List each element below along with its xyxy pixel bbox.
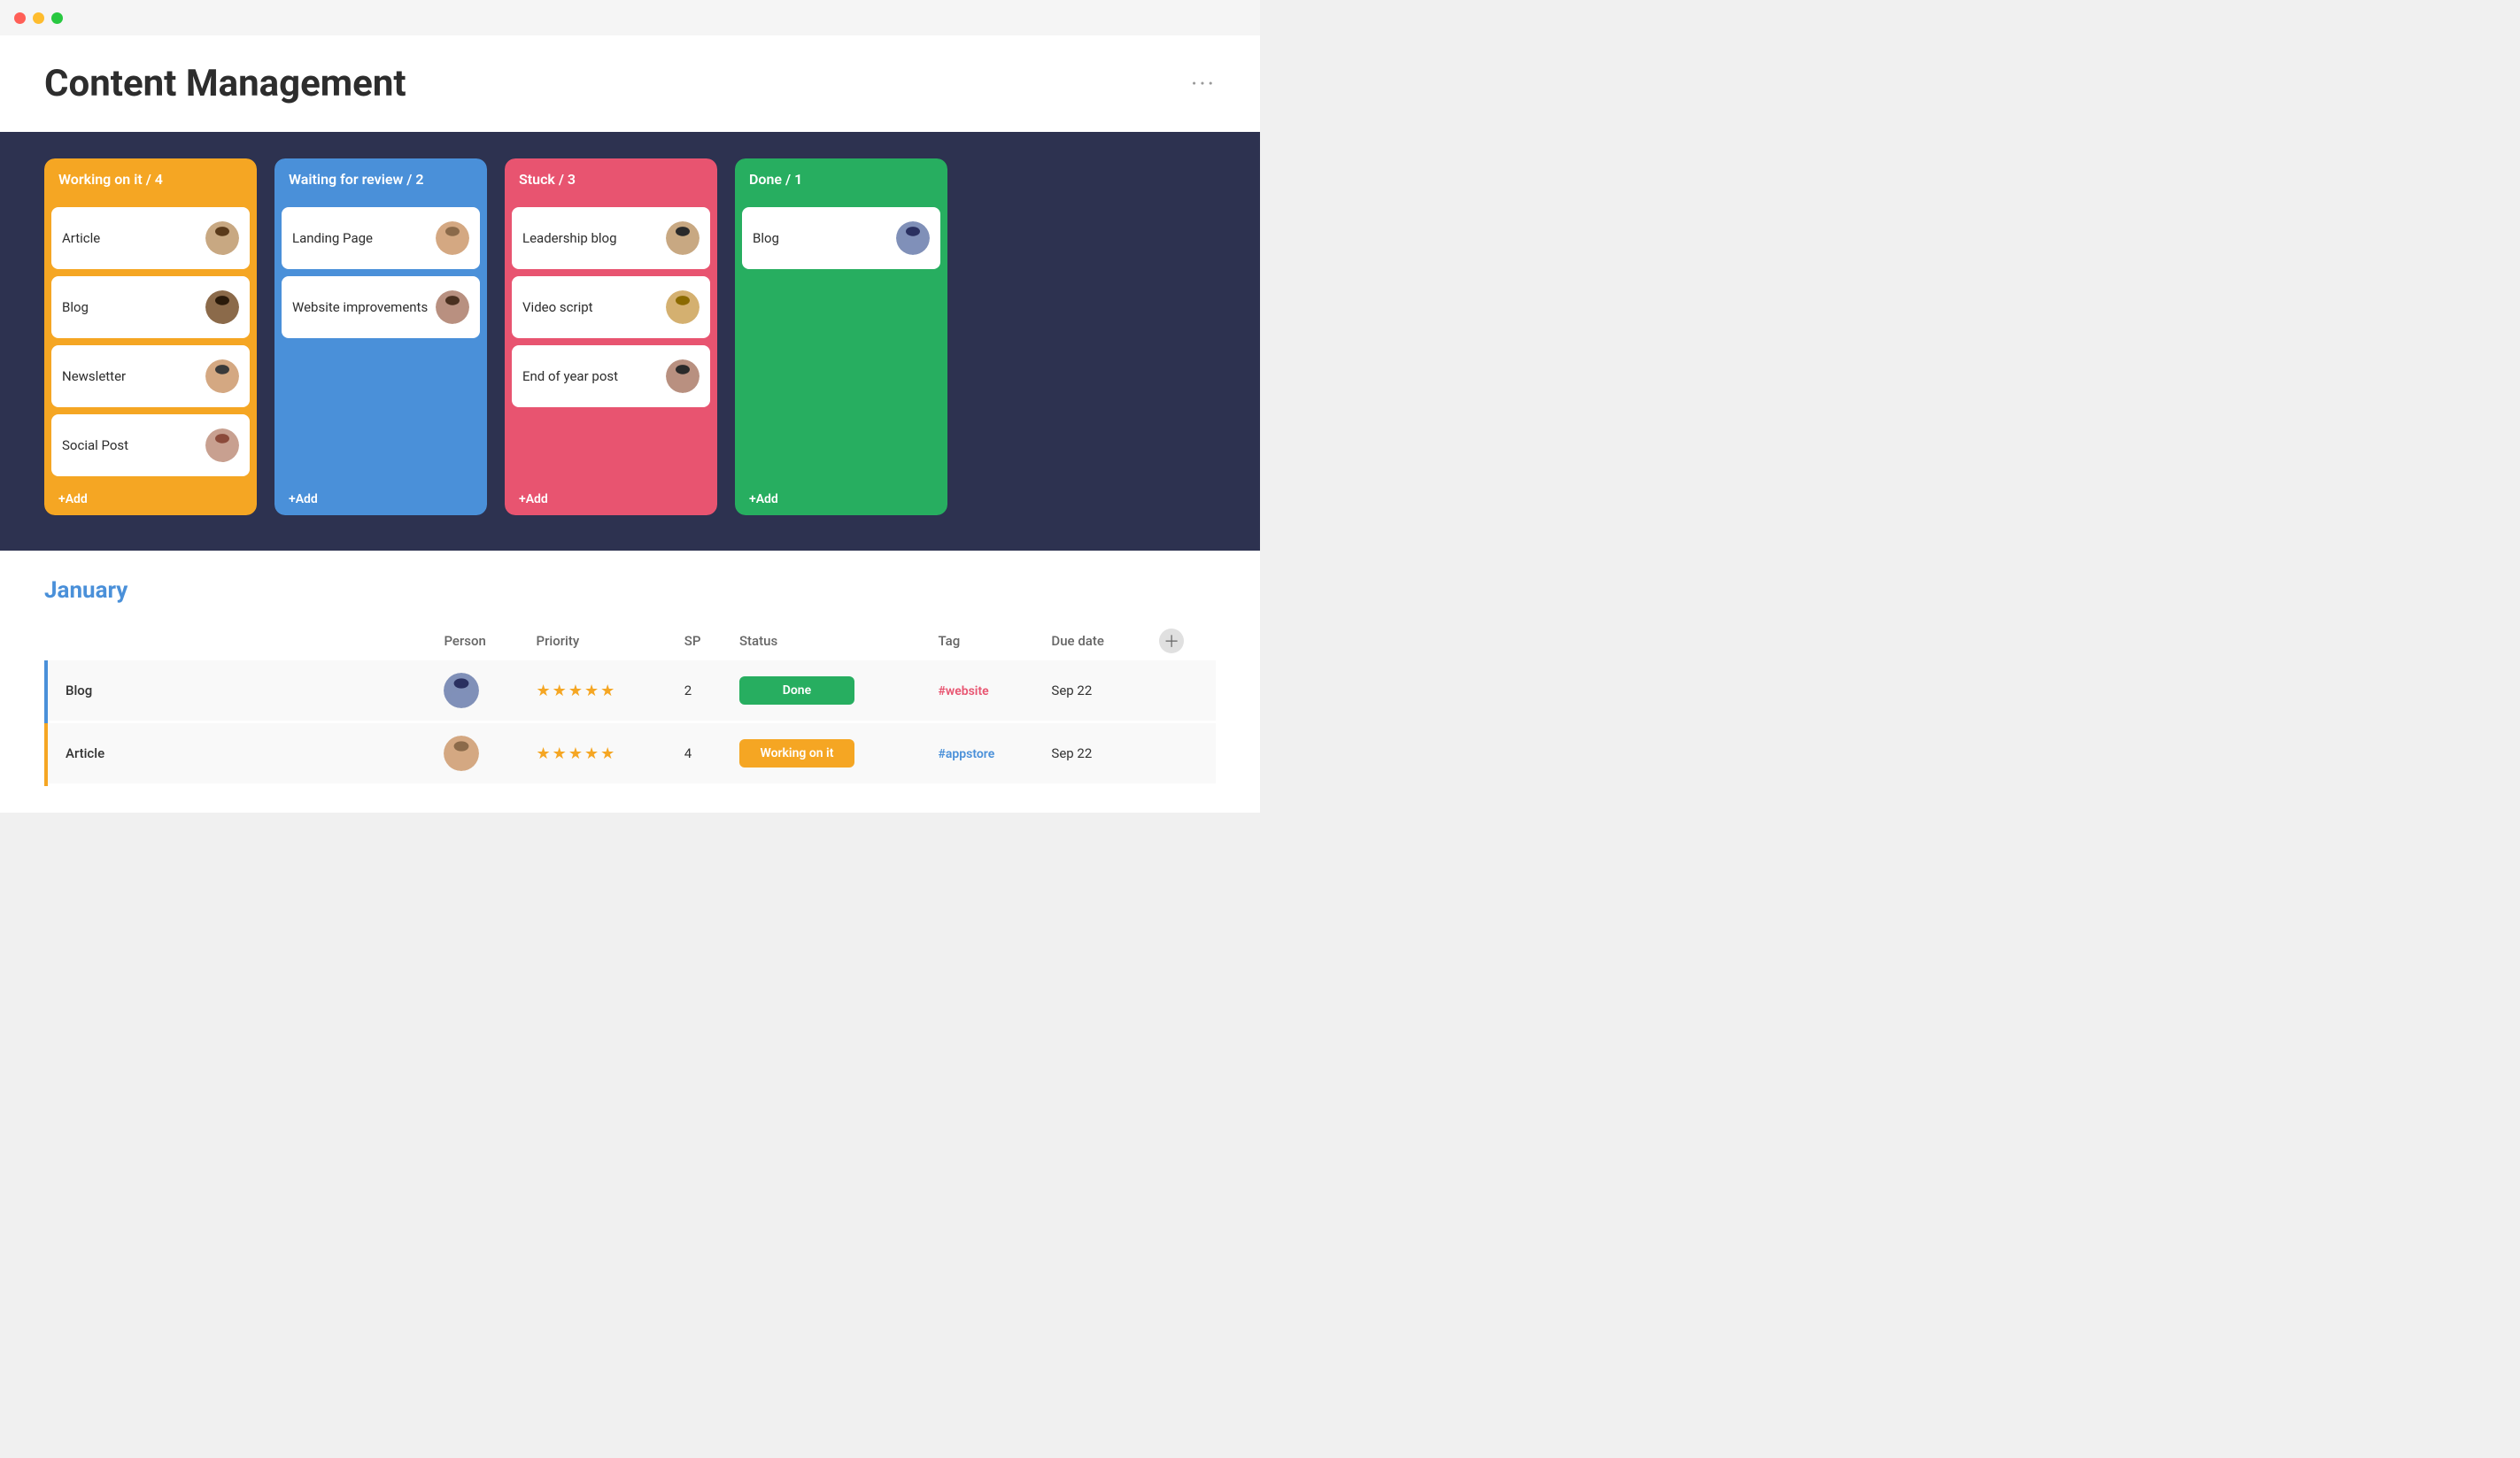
add-button-waiting[interactable]: +Add	[274, 483, 487, 515]
column-header-waiting: Waiting for review / 2	[274, 158, 487, 200]
row-tag[interactable]: #appstore	[928, 722, 1041, 785]
content-table: Person Priority SP Status Tag Due date ＋…	[44, 621, 1216, 786]
col-header-tag: Tag	[928, 621, 1041, 660]
add-column-button[interactable]: ＋	[1159, 629, 1184, 653]
kanban-card-waiting-1[interactable]: Website improvements	[282, 276, 480, 338]
column-body-done: Blog	[735, 200, 947, 483]
kanban-column-stuck: Stuck / 3Leadership blog Video script En…	[505, 158, 717, 515]
kanban-column-done: Done / 1 Blog +Add	[735, 158, 947, 515]
table-row[interactable]: Blog ★★★★★2 Done #websiteSep 22	[46, 660, 1216, 722]
col-header-sp: SP	[674, 621, 729, 660]
kanban-card-working-0[interactable]: Article	[51, 207, 250, 269]
col-header-duedate: Due date	[1040, 621, 1148, 660]
table-row[interactable]: Article ★★★★★4 Working on it #appstoreSep …	[46, 722, 1216, 785]
col-header-priority: Priority	[526, 621, 674, 660]
card-title: End of year post	[522, 367, 618, 386]
card-avatar	[205, 428, 239, 462]
kanban-card-stuck-1[interactable]: Video script	[512, 276, 710, 338]
title-bar	[0, 0, 1260, 35]
row-sp: 2	[674, 660, 729, 722]
row-tag[interactable]: #website	[928, 660, 1041, 722]
kanban-card-done-0[interactable]: Blog	[742, 207, 940, 269]
card-title: Article	[62, 229, 100, 248]
table-month: January	[44, 577, 1216, 604]
column-header-done: Done / 1	[735, 158, 947, 200]
card-title: Blog	[62, 298, 89, 317]
row-person	[433, 722, 525, 785]
kanban-card-working-1[interactable]: Blog	[51, 276, 250, 338]
col-header-person: Person	[433, 621, 525, 660]
row-priority: ★★★★★	[526, 660, 674, 722]
header: Content Management ···	[0, 35, 1260, 132]
add-button-stuck[interactable]: +Add	[505, 483, 717, 515]
col-header-status: Status	[729, 621, 928, 660]
row-status: Working on it	[729, 722, 928, 785]
row-sp: 4	[674, 722, 729, 785]
add-button-done[interactable]: +Add	[735, 483, 947, 515]
card-title: Social Post	[62, 436, 128, 455]
card-avatar	[666, 290, 700, 324]
kanban-card-working-2[interactable]: Newsletter	[51, 345, 250, 407]
card-avatar	[666, 221, 700, 255]
kanban-card-waiting-0[interactable]: Landing Page	[282, 207, 480, 269]
column-header-stuck: Stuck / 3	[505, 158, 717, 200]
kanban-board: Working on it / 4Article Blog Newsletter…	[0, 132, 1260, 551]
row-due-date: Sep 22	[1040, 660, 1148, 722]
col-header-add[interactable]: ＋	[1148, 621, 1216, 660]
row-actions	[1148, 660, 1216, 722]
page-title: Content Management	[44, 62, 406, 105]
row-name: Article	[46, 722, 433, 785]
column-header-working: Working on it / 4	[44, 158, 257, 200]
card-avatar	[205, 359, 239, 393]
status-badge: Done	[739, 676, 854, 705]
kanban-column-working: Working on it / 4Article Blog Newsletter…	[44, 158, 257, 515]
traffic-light-green[interactable]	[51, 12, 63, 24]
column-body-stuck: Leadership blog Video script End of year…	[505, 200, 717, 483]
card-avatar	[205, 221, 239, 255]
card-title: Video script	[522, 298, 593, 317]
status-badge: Working on it	[739, 739, 854, 768]
traffic-light-red[interactable]	[14, 12, 26, 24]
col-header-name	[46, 621, 433, 660]
kanban-column-waiting: Waiting for review / 2Landing Page Websi…	[274, 158, 487, 515]
more-options-button[interactable]: ···	[1191, 69, 1216, 98]
card-avatar	[896, 221, 930, 255]
row-actions	[1148, 722, 1216, 785]
card-avatar	[666, 359, 700, 393]
card-avatar	[436, 221, 469, 255]
row-person	[433, 660, 525, 722]
card-title: Leadership blog	[522, 229, 617, 248]
column-body-waiting: Landing Page Website improvements	[274, 200, 487, 483]
card-title: Newsletter	[62, 367, 126, 386]
card-avatar	[205, 290, 239, 324]
row-priority: ★★★★★	[526, 722, 674, 785]
card-title: Blog	[753, 229, 779, 248]
kanban-card-stuck-2[interactable]: End of year post	[512, 345, 710, 407]
table-container: Person Priority SP Status Tag Due date ＋…	[44, 621, 1216, 786]
card-title: Website improvements	[292, 298, 428, 317]
card-avatar	[436, 290, 469, 324]
kanban-card-working-3[interactable]: Social Post	[51, 414, 250, 476]
table-section: January Person Priority SP Status Tag Du…	[0, 551, 1260, 813]
add-button-working[interactable]: +Add	[44, 483, 257, 515]
row-name: Blog	[46, 660, 433, 722]
row-status: Done	[729, 660, 928, 722]
traffic-light-yellow[interactable]	[33, 12, 44, 24]
column-body-working: Article Blog Newsletter Social Post	[44, 200, 257, 483]
card-title: Landing Page	[292, 229, 373, 248]
kanban-card-stuck-0[interactable]: Leadership blog	[512, 207, 710, 269]
row-due-date: Sep 22	[1040, 722, 1148, 785]
